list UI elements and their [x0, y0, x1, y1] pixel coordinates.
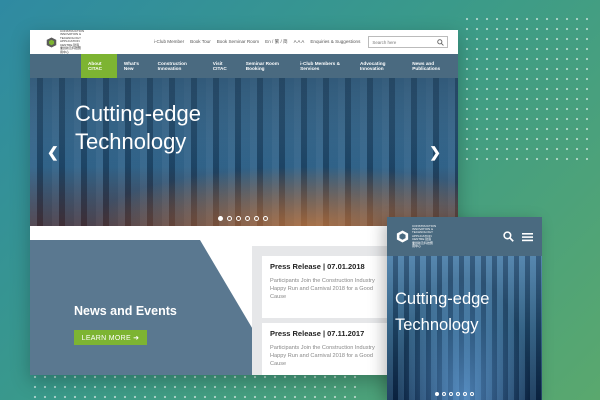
carousel-indicators: [435, 392, 474, 396]
mobile-hero: Cutting-edge Technology: [387, 256, 542, 400]
site-logo[interactable]: CONSTRUCTION INNOVATION & TECHNOLOGY APP…: [46, 30, 85, 54]
carousel-dot[interactable]: [449, 392, 453, 396]
nav-whats-new[interactable]: What's New: [117, 54, 151, 78]
carousel-dot[interactable]: [435, 392, 439, 396]
nav-visit-citac[interactable]: Visit CITAC: [206, 54, 239, 78]
dot-pattern: [462, 14, 588, 164]
mobile-header: CONSTRUCTION INNOVATION & TECHNOLOGY APP…: [387, 217, 542, 256]
mobile-mockup: CONSTRUCTION INNOVATION & TECHNOLOGY APP…: [387, 217, 542, 400]
hero-title: Cutting-edge Technology: [75, 101, 201, 154]
hamburger-menu-icon[interactable]: [522, 232, 533, 242]
search-placeholder: Search here: [372, 39, 397, 45]
press-card-body: Participants Join the Construction Indus…: [270, 278, 375, 300]
press-card-body: Participants Join the Construction Indus…: [270, 345, 375, 367]
nav-iclub-members[interactable]: i-Club Members & Services: [293, 54, 353, 78]
carousel-dot[interactable]: [463, 392, 467, 396]
link-book-tour[interactable]: Book Tour: [190, 39, 211, 45]
search-input[interactable]: Search here: [368, 36, 449, 48]
carousel-indicators: [218, 216, 268, 221]
carousel-dot[interactable]: [442, 392, 446, 396]
search-icon[interactable]: [437, 38, 445, 46]
carousel-dot[interactable]: [218, 216, 223, 221]
carousel-dot[interactable]: [245, 216, 250, 221]
chevron-left-icon[interactable]: ❮: [47, 144, 59, 161]
main-nav: About CITAC What's New Construction Inno…: [30, 54, 458, 78]
hero-carousel: Cutting-edge Technology ❮ ❯: [30, 78, 458, 226]
press-card[interactable]: Press Release | 07.01.2018 Participants …: [262, 256, 392, 318]
carousel-dot[interactable]: [236, 216, 241, 221]
search-icon[interactable]: [503, 231, 514, 242]
nav-seminar-room-booking[interactable]: Seminar Room Booking: [239, 54, 293, 78]
press-card-heading: Press Release | 07.11.2017: [270, 329, 365, 338]
link-iclub-member[interactable]: i-Club Member: [154, 39, 184, 45]
mobile-logo-text: CONSTRUCTION INNOVATION & TECHNOLOGY APP…: [412, 223, 437, 249]
press-card[interactable]: Press Release | 07.11.2017 Participants …: [262, 323, 392, 375]
carousel-dot[interactable]: [263, 216, 268, 221]
nav-news-publications[interactable]: News and Publications: [405, 54, 458, 78]
font-size-control[interactable]: A A A: [294, 39, 305, 45]
chevron-right-icon[interactable]: ❯: [429, 144, 441, 161]
mobile-logo[interactable]: CONSTRUCTION INNOVATION & TECHNOLOGY APP…: [396, 223, 437, 249]
news-title: News and Events: [74, 304, 177, 318]
link-book-seminar-room[interactable]: Book Seminar Room: [217, 39, 259, 45]
logo-icon: [396, 230, 409, 243]
link-enquiries[interactable]: Enquiries & Suggestions: [310, 39, 360, 45]
language-switch[interactable]: En / 繁 / 简: [265, 39, 287, 45]
top-bar: CONSTRUCTION INNOVATION & TECHNOLOGY APP…: [30, 30, 458, 54]
nav-advocating-innovation[interactable]: Advocating Innovation: [353, 54, 405, 78]
carousel-dot[interactable]: [470, 392, 474, 396]
nav-construction-innovation[interactable]: Construction Innovation: [151, 54, 206, 78]
carousel-dot[interactable]: [254, 216, 259, 221]
carousel-dot[interactable]: [456, 392, 460, 396]
press-card-heading: Press Release | 07.01.2018: [270, 262, 365, 271]
nav-about-citac[interactable]: About CITAC: [81, 54, 117, 78]
logo-icon: [46, 36, 57, 48]
learn-more-button[interactable]: LEARN MORE ➜: [74, 330, 147, 345]
mobile-hero-title: Cutting-edge Technology: [395, 290, 490, 334]
logo-text: CONSTRUCTION INNOVATION & TECHNOLOGY APP…: [60, 30, 85, 54]
dot-pattern: [30, 372, 360, 400]
carousel-dot[interactable]: [227, 216, 232, 221]
